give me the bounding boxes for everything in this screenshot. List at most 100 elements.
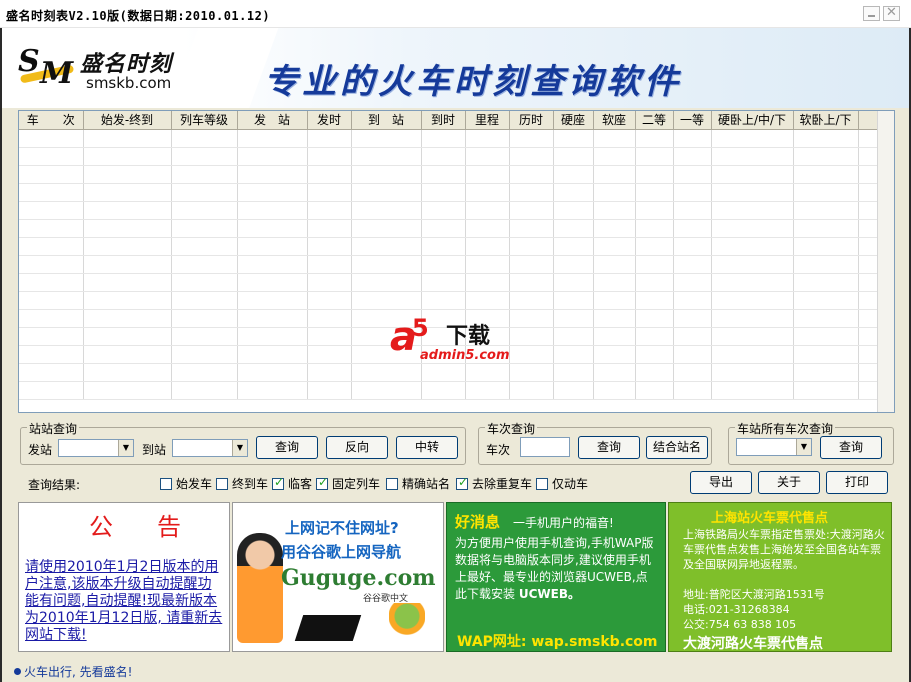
filter-fixed-checkbox[interactable]: 固定列车	[316, 475, 380, 492]
table-cell	[19, 237, 84, 256]
col-header[interactable]: 列车等级	[171, 111, 238, 130]
table-cell	[635, 345, 674, 364]
table-row[interactable]	[19, 183, 894, 202]
table-cell	[711, 345, 794, 364]
train-query-button[interactable]: 查询	[578, 436, 640, 459]
table-cell	[711, 291, 794, 310]
table-cell	[237, 237, 308, 256]
table-row[interactable]	[19, 273, 894, 292]
col-header[interactable]: 到 站	[351, 111, 422, 130]
table-row[interactable]	[19, 255, 894, 274]
table-cell	[793, 363, 859, 382]
checkbox-checked-icon[interactable]	[316, 475, 328, 490]
table-cell	[509, 183, 554, 202]
station-all-combo[interactable]: ▼	[736, 438, 812, 456]
table-cell	[421, 201, 466, 220]
col-header[interactable]: 一等	[673, 111, 712, 130]
table-cell	[553, 345, 594, 364]
col-header[interactable]: 到时	[421, 111, 466, 130]
table-row[interactable]	[19, 201, 894, 220]
col-header[interactable]: 车 次	[19, 111, 84, 130]
a5-logo-domain: admin5.com	[420, 348, 510, 363]
transfer-button[interactable]: 中转	[396, 436, 458, 459]
table-cell	[19, 219, 84, 238]
grid-scrollbar[interactable]	[877, 111, 894, 412]
agent-footer: 大渡河路火车票代售点	[683, 636, 823, 652]
col-header[interactable]: 发时	[307, 111, 352, 130]
from-station-combo[interactable]: ▼	[58, 439, 134, 457]
table-cell	[593, 255, 636, 274]
guguge-brand: Guguge.com	[281, 565, 436, 591]
col-header[interactable]: 软座	[593, 111, 636, 130]
table-cell	[793, 273, 859, 292]
checkbox-icon[interactable]	[536, 478, 548, 490]
filter-emu-only-checkbox[interactable]: 仅动车	[536, 475, 588, 492]
to-station-combo[interactable]: ▼	[172, 439, 248, 457]
notice-panel[interactable]: 公 告 请使用2010年1月2日版本的用户注意,该版本升级自动提醒功能有问题,自…	[18, 502, 230, 652]
table-row[interactable]	[19, 291, 894, 310]
minimize-button[interactable]	[863, 6, 880, 21]
table-cell	[711, 255, 794, 274]
filter-terminal-checkbox[interactable]: 终到车	[216, 475, 268, 492]
table-cell	[83, 147, 172, 166]
table-row[interactable]	[19, 165, 894, 184]
table-cell	[421, 165, 466, 184]
table-cell	[421, 183, 466, 202]
table-cell	[793, 129, 859, 148]
col-header[interactable]: 发 站	[237, 111, 308, 130]
station-all-query-button[interactable]: 查询	[820, 436, 882, 459]
banner: SM 盛名时刻 smskb.com 专业的火车时刻查询软件	[2, 28, 909, 108]
col-header[interactable]: 里程	[465, 111, 510, 130]
table-cell	[83, 201, 172, 220]
export-button[interactable]: 导出	[690, 471, 752, 494]
col-header[interactable]: 始发-终到	[83, 111, 172, 130]
station-query-button[interactable]: 查询	[256, 436, 318, 459]
reverse-button[interactable]: 反向	[326, 436, 388, 459]
train-number-input[interactable]	[520, 437, 570, 457]
table-cell	[83, 363, 172, 382]
col-header[interactable]: 历时	[509, 111, 554, 130]
table-row[interactable]	[19, 237, 894, 256]
table-row[interactable]	[19, 219, 894, 238]
chevron-down-icon[interactable]: ▼	[796, 439, 811, 455]
checkbox-icon[interactable]	[386, 478, 398, 490]
checkbox-icon[interactable]	[216, 478, 228, 490]
agent-title: 上海站火车票代售点	[711, 511, 829, 526]
about-button[interactable]: 关于	[758, 471, 820, 494]
table-cell	[19, 309, 84, 328]
ticket-agent-ad[interactable]: 上海站火车票代售点 上海铁路局火车票指定售票处:大渡河路火车票代售点发售上海始发…	[668, 502, 892, 652]
checkbox-checked-icon[interactable]	[272, 475, 284, 490]
wap-ad[interactable]: 好消息 一手机用户的福音! 为方便用户使用手机查询,手机WAP版数据将与电脑版本…	[446, 502, 666, 652]
table-cell	[635, 219, 674, 238]
checkbox-checked-icon[interactable]	[456, 475, 468, 490]
filter-label: 去除重复车	[472, 477, 533, 491]
table-cell	[171, 381, 238, 400]
filter-origin-checkbox[interactable]: 始发车	[160, 475, 212, 492]
chevron-down-icon[interactable]: ▼	[118, 440, 133, 456]
combine-station-button[interactable]: 结合站名	[646, 436, 708, 459]
checkbox-icon[interactable]	[160, 478, 172, 490]
table-cell	[635, 255, 674, 274]
table-cell	[593, 345, 636, 364]
notice-link[interactable]: 请使用2010年1月2日版本的用户注意,该版本升级自动提醒功能有问题,自动提醒!…	[25, 559, 225, 644]
table-cell	[673, 381, 712, 400]
filter-exact-name-checkbox[interactable]: 精确站名	[386, 475, 450, 492]
filter-temporary-checkbox[interactable]: 临客	[272, 475, 312, 492]
filter-label: 仅动车	[552, 477, 589, 491]
table-row[interactable]	[19, 381, 894, 400]
table-row[interactable]	[19, 129, 894, 148]
filter-label: 精确站名	[402, 477, 451, 491]
table-row[interactable]	[19, 147, 894, 166]
table-cell	[673, 129, 712, 148]
col-header[interactable]: 二等	[635, 111, 674, 130]
table-cell	[553, 219, 594, 238]
col-header[interactable]: 软卧上/下	[793, 111, 859, 130]
train-query-legend: 车次查询	[485, 420, 538, 437]
col-header[interactable]: 硬卧上/中/下	[711, 111, 794, 130]
close-button[interactable]: ✕	[883, 5, 900, 21]
print-button[interactable]: 打印	[826, 471, 888, 494]
chevron-down-icon[interactable]: ▼	[232, 440, 247, 456]
guguge-ad[interactable]: 上网记不住网址? 用谷谷歌上网导航 Guguge.com 谷谷歌中文	[232, 502, 444, 652]
filter-dedupe-checkbox[interactable]: 去除重复车	[456, 475, 532, 492]
col-header[interactable]: 硬座	[553, 111, 594, 130]
